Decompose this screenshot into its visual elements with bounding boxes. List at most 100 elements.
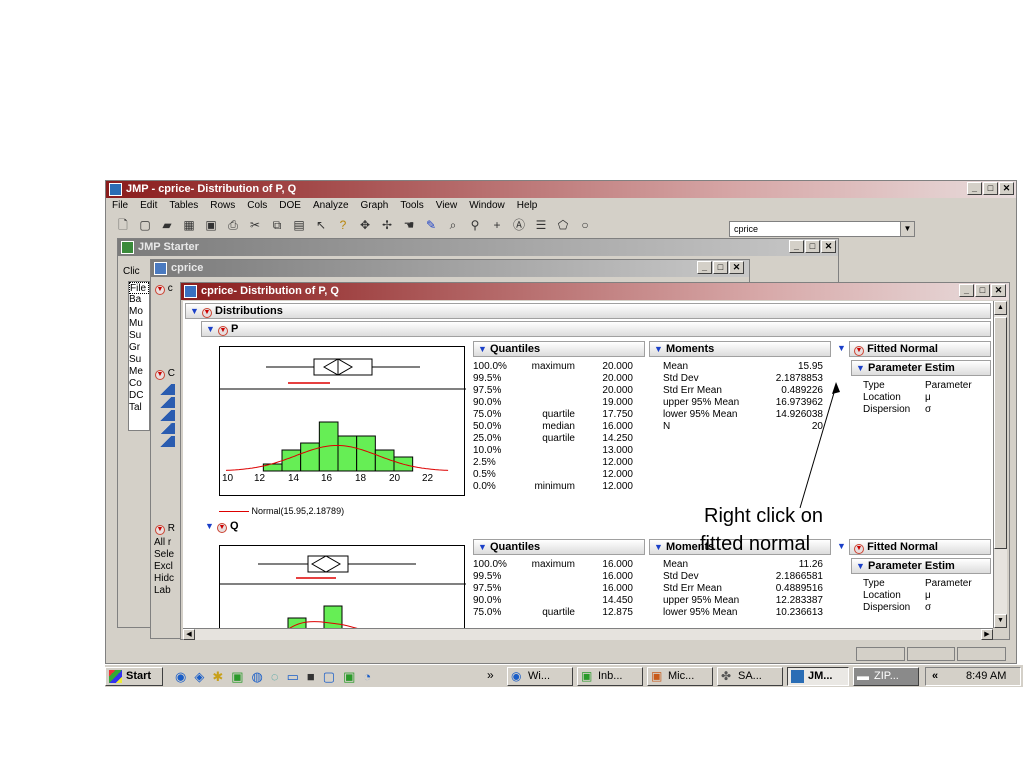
task-button[interactable]: ◉ Wi... [507, 667, 573, 686]
scroll-down-icon[interactable]: ▼ [994, 614, 1007, 628]
horizontal-scrollbar[interactable]: ◀ ▶ [183, 628, 993, 640]
line-tool-icon[interactable]: ☰ [534, 218, 548, 232]
continuous-column-icon[interactable] [157, 397, 175, 408]
new-icon[interactable]: 🗋 [116, 218, 130, 232]
task-button[interactable]: ▣ Mic... [647, 667, 713, 686]
list-item[interactable]: Mo [129, 306, 149, 318]
list-item[interactable]: Tal [129, 402, 149, 414]
list-item[interactable]: Su [129, 330, 149, 342]
histogram-bar[interactable] [281, 449, 302, 472]
main-titlebar[interactable]: JMP - cprice- Distribution of P, Q _ □ ✕ [106, 181, 1016, 198]
open-icon[interactable]: ▰ [160, 218, 174, 232]
q-outlier-box-plot[interactable] [258, 555, 416, 579]
starter-titlebar[interactable]: JMP Starter _ □ ✕ [118, 239, 838, 256]
histogram-bar[interactable] [337, 435, 358, 472]
annotate-tool-icon[interactable]: Ⓐ [512, 218, 526, 232]
fitted-normal-p-outline[interactable]: ▼ Fitted Normal [849, 341, 991, 357]
menu-file[interactable]: File [112, 200, 128, 211]
distributions-outline[interactable]: ▼ ▼ Distributions [185, 303, 991, 319]
red-triangle-icon[interactable]: ▼ [155, 285, 165, 295]
cprice-col-header[interactable]: ▼ c [155, 283, 173, 295]
list-item[interactable]: Mu [129, 318, 149, 330]
polygon-tool-icon[interactable]: ⬠ [556, 218, 570, 232]
cut-icon[interactable]: ✂ [248, 218, 262, 232]
list-item[interactable]: File [129, 282, 149, 294]
red-triangle-icon[interactable]: ▼ [155, 370, 165, 380]
save-icon[interactable]: ▣ [204, 218, 218, 232]
clock[interactable]: 8:49 AM [966, 668, 1006, 685]
param-estimates-p-outline[interactable]: ▼ Parameter Estim [851, 360, 991, 376]
app-icon[interactable]: ▭ [287, 669, 299, 685]
param-estimates-q-outline[interactable]: ▼ Parameter Estim [851, 558, 991, 574]
tray-expand-icon[interactable]: « [932, 668, 938, 685]
disclosure-icon[interactable]: ▼ [856, 561, 865, 571]
list-item[interactable]: Co [129, 378, 149, 390]
continuous-column-icon[interactable] [157, 384, 175, 395]
menu-analyze[interactable]: Analyze [313, 200, 349, 211]
maximize-button[interactable]: □ [983, 182, 998, 195]
cprice-minimize-button[interactable]: _ [697, 261, 712, 274]
rows-panel-header[interactable]: ▼ R [155, 523, 175, 535]
start-button[interactable]: Start [105, 667, 163, 686]
menu-view[interactable]: View [436, 200, 458, 211]
p-outline[interactable]: ▼ ▼ P [201, 321, 991, 337]
red-triangle-icon[interactable]: ▼ [216, 523, 227, 533]
disclosure-icon[interactable]: ▼ [190, 306, 199, 316]
starter-close-button[interactable]: ✕ [821, 240, 836, 253]
list-item[interactable]: Gr [129, 342, 149, 354]
list-item[interactable]: DC [129, 390, 149, 402]
dist-close-button[interactable]: ✕ [991, 284, 1006, 297]
hand-tool-icon[interactable]: ☚ [402, 218, 416, 232]
disclosure-icon[interactable]: ▼ [478, 344, 487, 354]
disclosure-icon[interactable]: ▼ [206, 324, 215, 334]
crosshair-tool-icon[interactable]: + [490, 218, 504, 232]
moments-p-outline[interactable]: ▼ Moments [649, 341, 831, 357]
continuous-column-icon[interactable] [157, 436, 175, 447]
chevron-down-icon[interactable]: ▼ [900, 222, 914, 236]
lasso-tool-icon[interactable]: ⌕ [446, 218, 460, 232]
app-icon[interactable]: ▣ [343, 669, 355, 685]
app-icon[interactable]: ◔ [363, 669, 371, 685]
task-button[interactable]: ▣ Inb... [577, 667, 643, 686]
oval-tool-icon[interactable]: ○ [578, 218, 592, 232]
red-triangle-icon[interactable]: ▼ [155, 525, 165, 535]
copy-icon[interactable]: ⧉ [270, 218, 284, 232]
disclosure-icon[interactable]: ▼ [837, 343, 846, 353]
list-item[interactable]: Ba [129, 294, 149, 306]
menu-help[interactable]: Help [517, 200, 538, 211]
fitted-normal-q-outline[interactable]: ▼ Fitted Normal [849, 539, 991, 555]
quicklaunch-more-icon[interactable]: » [487, 668, 494, 682]
starter-maximize-button[interactable]: □ [805, 240, 820, 253]
disclosure-icon[interactable]: ▼ [478, 542, 487, 552]
red-triangle-icon[interactable]: ▼ [217, 326, 228, 336]
menu-cols[interactable]: Cols [247, 200, 267, 211]
app-icon[interactable]: ◍ [252, 669, 263, 685]
task-button[interactable]: ▬ ZIP... [853, 667, 919, 686]
list-item[interactable]: Me [129, 366, 149, 378]
quantiles-q-outline[interactable]: ▼ Quantiles [473, 539, 645, 555]
disclosure-icon[interactable]: ▼ [654, 344, 663, 354]
p-histogram[interactable] [262, 421, 414, 472]
app-icon[interactable]: ▣ [231, 669, 243, 685]
brush-tool-icon[interactable]: ✎ [424, 218, 438, 232]
close-button[interactable]: ✕ [999, 182, 1014, 195]
app-icon[interactable]: ◌ [271, 669, 279, 685]
histogram-bar[interactable] [300, 442, 320, 472]
scroll-up-icon[interactable]: ▲ [994, 301, 1007, 315]
menu-graph[interactable]: Graph [361, 200, 389, 211]
menu-doe[interactable]: DOE [279, 200, 301, 211]
select-tool-icon[interactable]: ✥ [358, 218, 372, 232]
cprice-titlebar[interactable]: cprice _ □ ✕ [151, 260, 749, 277]
menu-window[interactable]: Window [469, 200, 505, 211]
table-select[interactable]: cprice ▼ [729, 221, 915, 237]
new-table-icon[interactable]: ▢ [138, 218, 152, 232]
dist-minimize-button[interactable]: _ [959, 284, 974, 297]
dist-maximize-button[interactable]: □ [975, 284, 990, 297]
data-icon[interactable]: ▦ [182, 218, 196, 232]
starter-minimize-button[interactable]: _ [789, 240, 804, 253]
help-tool-icon[interactable]: ? [336, 218, 350, 232]
quantiles-p-outline[interactable]: ▼ Quantiles [473, 341, 645, 357]
wm-icon[interactable]: ✱ [212, 669, 223, 685]
scroll-left-icon[interactable]: ◀ [183, 629, 195, 640]
cprice-close-button[interactable]: ✕ [729, 261, 744, 274]
